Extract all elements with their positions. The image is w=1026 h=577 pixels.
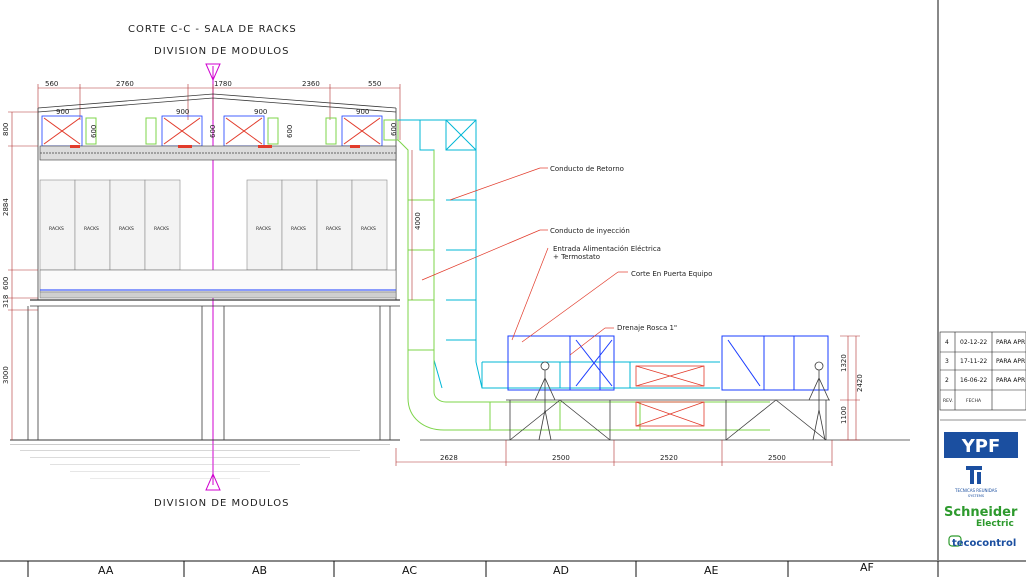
callout-power-entry-1: Entrada Alimentación Eléctrica [553, 245, 661, 253]
callout-drain: Drenaje Rosca 1" [617, 324, 677, 332]
tri-logo: TECNICAS REUNIDAS SYSTEMS [954, 466, 997, 498]
rack-label-8: RACKS [361, 226, 376, 232]
bottom-dim-2: 2500 [552, 454, 570, 462]
rev-2-date: 17-11-22 [960, 358, 987, 365]
top-dim-2: 2760 [116, 80, 134, 88]
schneider-logo-text-1: Schneider [944, 505, 1018, 520]
ecocontrol-logo-text: tecocontrol [952, 538, 1016, 549]
ground-hatch [10, 444, 390, 479]
ypf-logo-text: YPF [961, 436, 1001, 457]
person-figure-left [534, 361, 556, 441]
bottom-dim-4: 2500 [768, 454, 786, 462]
ecocontrol-logo: tecocontrol [948, 535, 1016, 549]
left-dim-floor: 600 [2, 277, 10, 290]
rack-label-5: RACKS [256, 226, 271, 232]
left-dim-base: 3000 [2, 366, 10, 384]
unit-height-4: 600 [390, 123, 398, 136]
rev-2-number: 3 [945, 358, 949, 365]
cad-drawing: CORTE C-C - SALA DE RACKS DIVISION DE MO… [0, 0, 1026, 577]
rev-1-date: 02-12-22 [960, 339, 987, 346]
grid-col-aa: AA [98, 564, 114, 577]
modules-title-top: DIVISION DE MODULOS [154, 46, 289, 57]
rev-3-desc: PARA APR [996, 377, 1025, 384]
left-dim-racks: 2884 [2, 198, 10, 216]
schneider-logo: Schneider Electric [944, 505, 1018, 529]
rack-label-7: RACKS [326, 226, 341, 232]
rack-label-2: RACKS [84, 226, 99, 232]
left-dim-slab: 318 [2, 295, 10, 308]
rev-3-number: 2 [945, 377, 949, 384]
right-dim-base: 1100 [840, 406, 848, 424]
ceiling-tray [39, 145, 397, 161]
section-title: CORTE C-C - SALA DE RACKS [128, 24, 297, 35]
unit-dim-2: 900 [176, 108, 189, 116]
callout-injection-duct: Conducto de inyección [550, 227, 630, 235]
tri-logo-text: TECNICAS REUNIDAS [954, 488, 997, 493]
grid-col-ae: AE [704, 564, 719, 577]
right-dim-total: 2420 [856, 374, 864, 392]
ypf-logo: YPF [944, 432, 1018, 458]
left-dimension-chain [8, 111, 38, 440]
equipment-middle-ducts [635, 365, 705, 427]
rack-row-right [246, 179, 388, 271]
equipment-unit-left [507, 335, 615, 391]
unit-dim-4: 900 [356, 108, 369, 116]
rev-1-desc: PARA APR [996, 339, 1025, 346]
schneider-logo-text-2: Electric [976, 519, 1014, 529]
rev-2-desc: PARA APR [996, 358, 1025, 365]
equipment-support-frame [420, 399, 910, 441]
rev-1-number: 4 [945, 339, 949, 346]
rack-label-1: RACKS [49, 226, 64, 232]
rev-header-rev: REV. [943, 398, 953, 404]
top-dim-3: 1780 [214, 80, 232, 88]
bottom-dim-3: 2520 [660, 454, 678, 462]
callout-power-entry-2: + Termostato [553, 253, 600, 261]
unit-dim-3: 900 [254, 108, 267, 116]
unit-height-1: 600 [90, 125, 98, 138]
callout-return-duct: Conducto de Retorno [550, 165, 624, 173]
rack-label-6: RACKS [291, 226, 306, 232]
unit-height-2: 600 [209, 125, 217, 138]
grid-col-ad: AD [553, 564, 569, 577]
left-dim-roof: 800 [2, 123, 10, 136]
equipment-unit-right [721, 335, 829, 391]
callout-leaders [421, 167, 628, 356]
bottom-dimension-chain [395, 440, 833, 466]
grid-col-ab: AB [252, 564, 267, 577]
unit-dim-1: 900 [56, 108, 69, 116]
callout-door-section: Corte En Puerta Equipo [631, 270, 712, 278]
modules-title-bottom: DIVISION DE MODULOS [154, 498, 289, 509]
unit-height-3: 600 [286, 125, 294, 138]
duct-height-dim: 4000 [414, 212, 422, 230]
rack-label-4: RACKS [154, 226, 169, 232]
right-dim-unit: 1320 [840, 354, 848, 372]
rev-header-date: FECHA [966, 398, 982, 404]
tri-logo-sub: SYSTEMS [968, 494, 985, 498]
injection-duct [397, 139, 770, 431]
top-dim-4: 2360 [302, 80, 320, 88]
bottom-dim-1: 2628 [440, 454, 458, 462]
raised-floor [30, 269, 400, 307]
grid-col-ac: AC [402, 564, 417, 577]
rev-3-date: 16-06-22 [960, 377, 987, 384]
structure-columns [27, 306, 391, 440]
top-dim-1: 560 [45, 80, 58, 88]
grid-col-af: AF [860, 561, 874, 574]
rack-row-left [39, 179, 181, 271]
rack-label-3: RACKS [119, 226, 134, 232]
top-dim-5: 550 [368, 80, 381, 88]
